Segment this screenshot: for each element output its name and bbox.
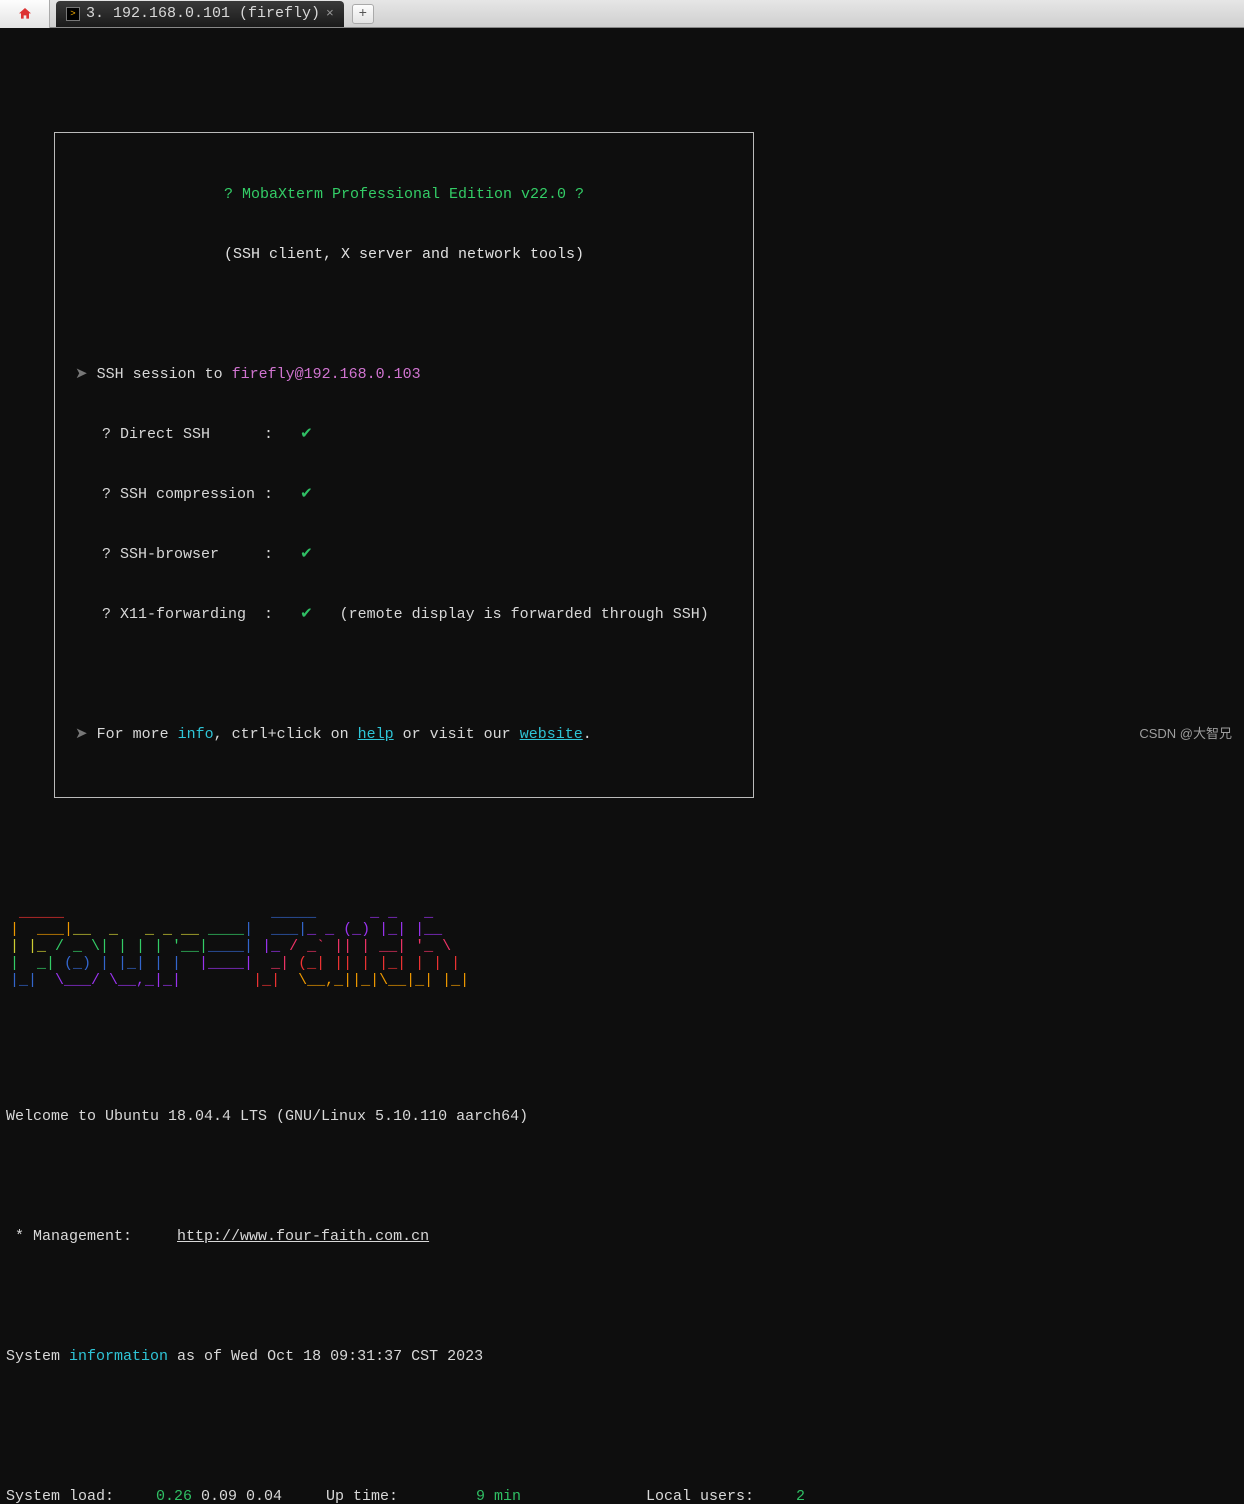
- ascii-art: _____ _____ _ _ _ | ___|__ _ _ _ __ ____…: [10, 904, 1238, 989]
- management-label: * Management:: [6, 1228, 177, 1245]
- check-icon: ✔: [300, 486, 313, 503]
- welcome-line: Welcome to Ubuntu 18.04.4 LTS (GNU/Linux…: [6, 1107, 1238, 1127]
- close-icon[interactable]: ×: [326, 4, 334, 24]
- feature-ssh-compression: ? SSH compression :: [102, 486, 273, 503]
- system-stats-row: System load:0.26 0.09 0.04Up time:9 minL…: [6, 1487, 1238, 1504]
- check-icon: ✔: [300, 426, 313, 443]
- terminal-icon: >: [66, 7, 80, 21]
- info-link[interactable]: info: [178, 726, 214, 743]
- watermark: CSDN @大智兄: [1139, 724, 1232, 744]
- banner-title: ? MobaXterm Professional Edition v22.0 ?: [224, 186, 584, 203]
- home-button[interactable]: [0, 0, 50, 28]
- feature-x11-forwarding: ? X11-forwarding :: [102, 606, 273, 623]
- home-icon: [17, 6, 33, 22]
- banner-box: ? MobaXterm Professional Edition v22.0 ?…: [54, 132, 754, 798]
- ssh-session-label: SSH session to: [97, 366, 232, 383]
- check-icon: ✔: [300, 546, 313, 563]
- feature-direct-ssh: ? Direct SSH :: [102, 426, 273, 443]
- new-tab-button[interactable]: +: [352, 4, 374, 24]
- x11-note: (remote display is forwarded through SSH…: [340, 606, 709, 623]
- tab-title: 3. 192.168.0.101 (firefly): [86, 4, 320, 24]
- information-word: information: [69, 1348, 168, 1365]
- ssh-session-target: firefly@192.168.0.103: [232, 366, 421, 383]
- management-link[interactable]: http://www.four-faith.com.cn: [177, 1228, 429, 1245]
- help-link[interactable]: help: [358, 726, 394, 743]
- banner-subtitle: (SSH client, X server and network tools): [224, 246, 584, 263]
- session-tab[interactable]: > 3. 192.168.0.101 (firefly) ×: [56, 1, 344, 27]
- website-link[interactable]: website: [520, 726, 583, 743]
- tab-bar: > 3. 192.168.0.101 (firefly) × +: [0, 0, 1244, 28]
- feature-ssh-browser: ? SSH-browser :: [102, 546, 273, 563]
- check-icon: ✔: [300, 606, 313, 623]
- terminal[interactable]: ? MobaXterm Professional Edition v22.0 ?…: [0, 28, 1244, 1504]
